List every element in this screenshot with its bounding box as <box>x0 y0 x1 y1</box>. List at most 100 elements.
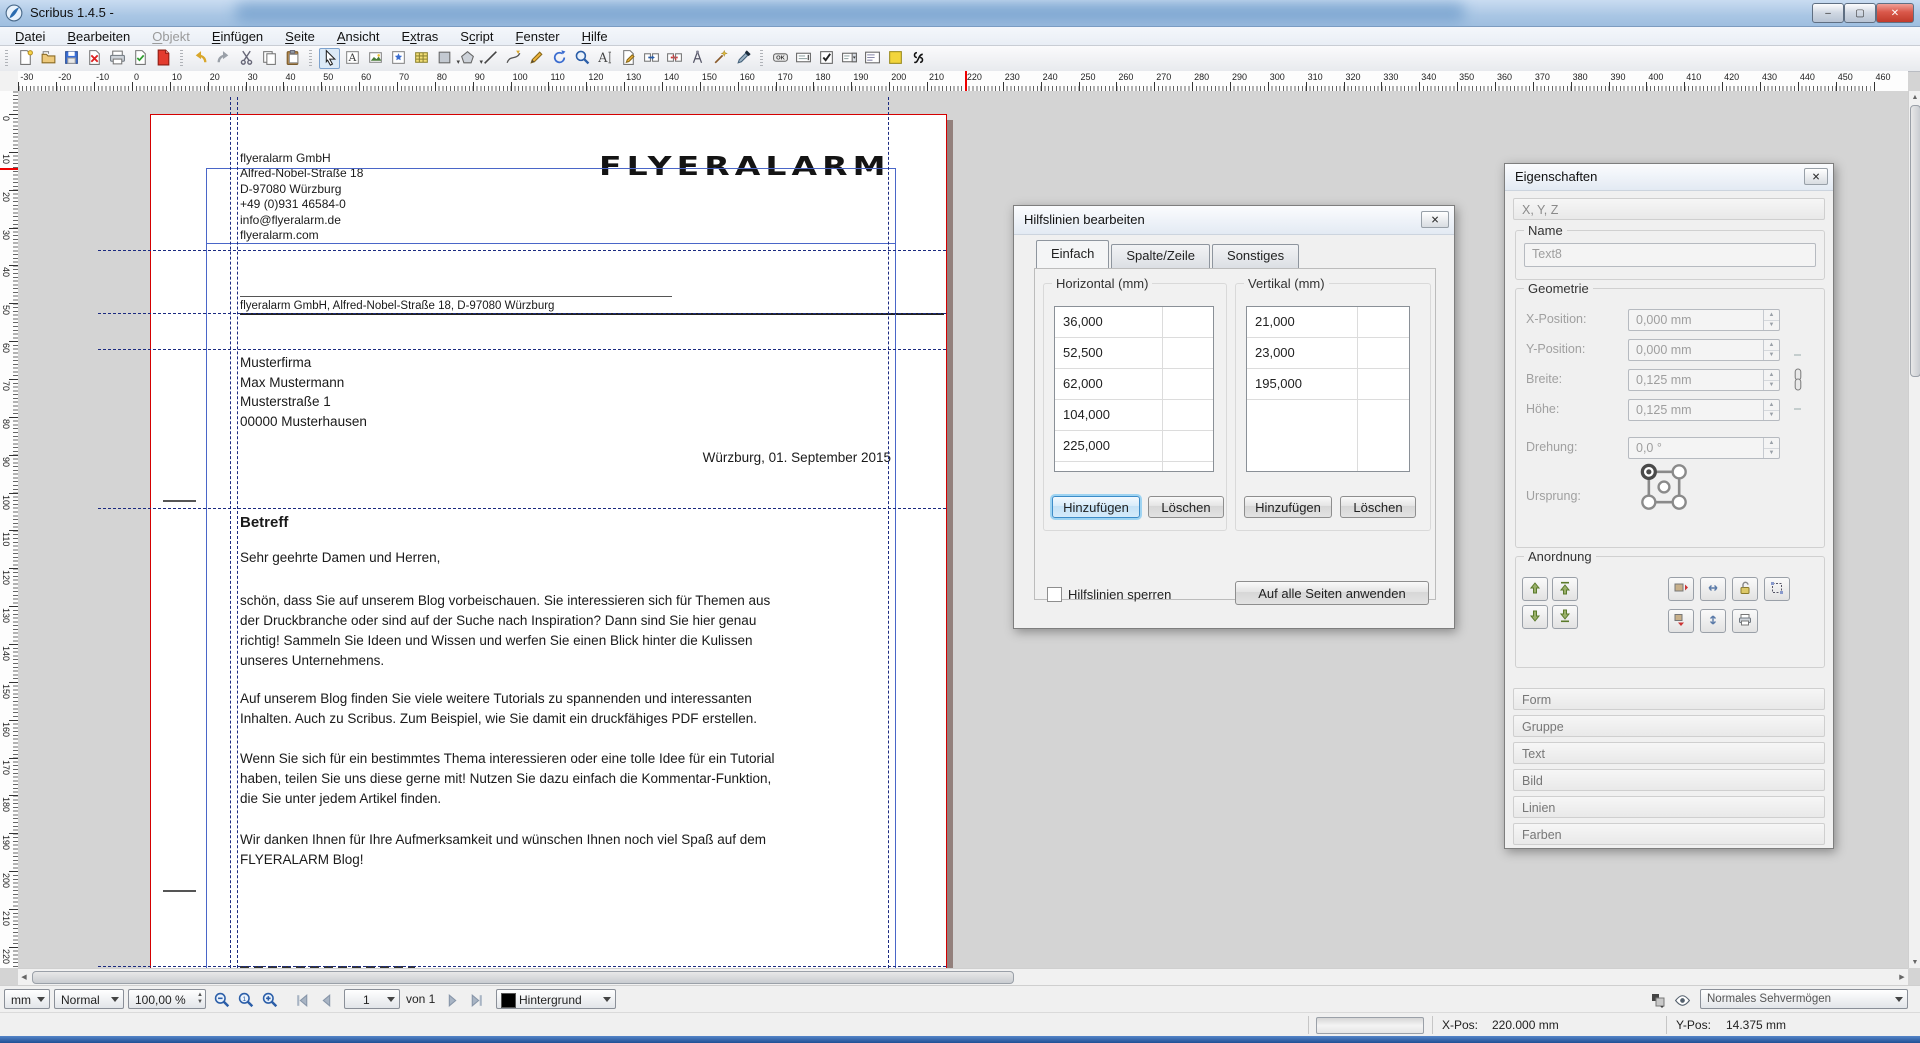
geometry-field-1[interactable]: 0,000 mm▲▼ <box>1628 339 1780 361</box>
close-button[interactable]: ✕ <box>1876 3 1914 23</box>
unlink-text-frames-button[interactable] <box>664 48 685 69</box>
section-farben-header[interactable]: Farben <box>1513 823 1825 845</box>
raise-level-button[interactable] <box>1522 577 1548 601</box>
guide-value-row[interactable]: 62,000 <box>1055 369 1213 400</box>
horizontal-guide[interactable] <box>98 349 946 350</box>
tab-einfach[interactable]: Einfach <box>1036 240 1109 268</box>
insert-image-frame-button[interactable] <box>365 48 386 69</box>
unit-select[interactable]: mm <box>4 989 50 1009</box>
horizontal-guide[interactable] <box>98 508 946 509</box>
menu-datei[interactable]: Datei <box>4 28 56 45</box>
paste-button[interactable] <box>282 48 303 69</box>
vertical-ruler[interactable]: 0102030405060708090100110120130140150160… <box>0 91 19 968</box>
guide-value-row[interactable]: 21,000 <box>1247 307 1409 338</box>
section-text-header[interactable]: Text <box>1513 742 1825 764</box>
geometry-field-0[interactable]: 0,000 mm▲▼ <box>1628 309 1780 331</box>
rotate-item-button[interactable] <box>549 48 570 69</box>
guide-value-row[interactable]: 52,500 <box>1055 338 1213 369</box>
zoom-in-button[interactable] <box>260 990 280 1010</box>
insert-polygon-button[interactable]: ▾ <box>457 48 478 69</box>
menu-objekt[interactable]: Objekt <box>141 28 201 45</box>
next-page-button[interactable] <box>442 990 462 1010</box>
menu-ansicht[interactable]: Ansicht <box>326 28 391 45</box>
menu-seite[interactable]: Seite <box>274 28 326 45</box>
vision-mode-select[interactable]: Normales Sehvermögen <box>1700 989 1908 1009</box>
horizontal-ruler[interactable]: -30-20-100102030405060708090100110120130… <box>18 71 1908 92</box>
properties-titlebar[interactable]: Eigenschaften 🗙 <box>1505 164 1833 191</box>
horizontal-scrollbar[interactable]: ◀ ▶ <box>18 968 1908 986</box>
menu-fenster[interactable]: Fenster <box>505 28 571 45</box>
section-bild-header[interactable]: Bild <box>1513 769 1825 791</box>
link-annotation-button[interactable] <box>908 48 929 69</box>
guide-value-row[interactable]: 225,000 <box>1055 431 1213 462</box>
insert-freehand-line-button[interactable] <box>526 48 547 69</box>
close-document-button[interactable] <box>84 48 105 69</box>
vertical-guide[interactable] <box>230 97 231 968</box>
maximize-button[interactable]: ▢ <box>1844 3 1876 23</box>
print-document-button[interactable] <box>107 48 128 69</box>
scroll-up-icon[interactable]: ▲ <box>1909 91 1920 103</box>
layer-select[interactable]: Hintergrund <box>496 989 616 1009</box>
horizontal-delete-button[interactable]: Löschen <box>1148 496 1224 518</box>
zoom-level-spinner[interactable]: 100,00 % ▲▼ <box>128 989 206 1009</box>
insert-shape-button[interactable]: ▾ <box>434 48 455 69</box>
export-pdf-button[interactable] <box>153 48 174 69</box>
geometry-field-3[interactable]: 0,125 mm▲▼ <box>1628 399 1780 421</box>
quality-select[interactable]: Normal <box>54 989 124 1009</box>
menu-bearbeiten[interactable]: Bearbeiten <box>56 28 141 45</box>
vertical-guide[interactable] <box>888 97 889 968</box>
flip-vertical-button[interactable] <box>1668 609 1694 633</box>
text-annotation-button[interactable] <box>885 48 906 69</box>
story-editor-button[interactable] <box>618 48 639 69</box>
scroll-left-icon[interactable]: ◀ <box>18 971 30 983</box>
vertical-add-button[interactable]: Hinzufügen <box>1244 496 1332 518</box>
tab-spaltezeile[interactable]: Spalte/Zeile <box>1111 244 1210 268</box>
guide-value-row[interactable]: 36,000 <box>1055 307 1213 338</box>
open-document-button[interactable] <box>38 48 59 69</box>
properties-close-icon[interactable]: 🗙 <box>1804 168 1828 185</box>
menu-hilfe[interactable]: Hilfe <box>571 28 619 45</box>
select-item-button[interactable] <box>319 48 340 69</box>
minimize-button[interactable]: – <box>1812 3 1844 23</box>
vertical-scrollbar-thumb[interactable] <box>1910 105 1920 377</box>
insert-line-button[interactable] <box>480 48 501 69</box>
menu-einfgen[interactable]: Einfügen <box>201 28 274 45</box>
page-number-select[interactable]: 1 <box>344 989 400 1009</box>
measurements-button[interactable] <box>687 48 708 69</box>
geometry-field-4[interactable]: 0,0 °▲▼ <box>1628 437 1780 459</box>
redo-button[interactable] <box>213 48 234 69</box>
edit-contents-button[interactable]: A <box>595 48 616 69</box>
apply-all-pages-button[interactable]: Auf alle Seiten anwenden <box>1235 581 1429 605</box>
horizontal-guide[interactable] <box>98 966 946 967</box>
horizontal-scrollbar-thumb[interactable] <box>32 971 1014 984</box>
name-field[interactable]: Text8 <box>1524 243 1816 267</box>
previous-page-button[interactable] <box>316 990 336 1010</box>
horizontal-guide[interactable] <box>98 250 946 251</box>
eye-dropper-button[interactable] <box>733 48 754 69</box>
undo-button[interactable] <box>190 48 211 69</box>
vertical-guides-list[interactable]: 21,00023,000195,000 <box>1246 306 1410 472</box>
horizontal-guide[interactable] <box>98 313 946 314</box>
link-text-frames-button[interactable] <box>641 48 662 69</box>
menu-script[interactable]: Script <box>449 28 504 45</box>
vertical-guide[interactable] <box>237 97 238 968</box>
guide-value-row[interactable]: 104,000 <box>1055 400 1213 431</box>
cut-button[interactable] <box>236 48 257 69</box>
enable-printing-button[interactable] <box>1732 609 1758 633</box>
section-xyz-header[interactable]: X, Y, Z <box>1513 198 1825 220</box>
scroll-down-icon[interactable]: ▼ <box>1909 956 1920 968</box>
insert-table-button[interactable] <box>411 48 432 69</box>
pdf-push-button-button[interactable]: OK <box>770 48 791 69</box>
preflight-verifier-button[interactable] <box>130 48 151 69</box>
insert-bezier-button[interactable] <box>503 48 524 69</box>
lock-guides-checkbox[interactable] <box>1047 587 1062 602</box>
zoom-out-button[interactable] <box>212 990 232 1010</box>
guide-value-row[interactable]: 195,000 <box>1247 369 1409 400</box>
menu-extras[interactable]: Extras <box>390 28 449 45</box>
pdf-text-field-button[interactable] <box>793 48 814 69</box>
last-page-button[interactable] <box>466 990 486 1010</box>
vertical-scrollbar[interactable]: ▲ ▼ <box>1908 91 1920 968</box>
section-linien-header[interactable]: Linien <box>1513 796 1825 818</box>
vertical-delete-button[interactable]: Löschen <box>1340 496 1416 518</box>
lock-size-button[interactable] <box>1764 577 1790 601</box>
